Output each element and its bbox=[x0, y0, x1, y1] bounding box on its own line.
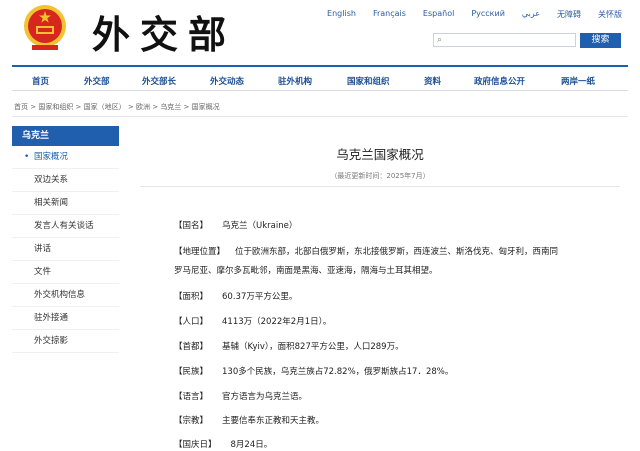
nav-missions[interactable]: 驻外机构 bbox=[278, 75, 312, 87]
info-row: 【地理位置】 位于欧洲东部，北部白俄罗斯，东北接俄罗斯，西连波兰、斯洛伐克、匈牙利… bbox=[174, 243, 614, 262]
lang-spanish-link[interactable]: Español bbox=[423, 9, 454, 20]
accessibility-link[interactable]: 无障碍 bbox=[557, 9, 581, 20]
sidebar-item-overview[interactable]: 国家概况 bbox=[12, 146, 119, 169]
info-row: 【民族】 130多个民族，乌克兰族占72.82%，俄罗斯族占17．28%。 bbox=[174, 363, 614, 382]
info-value: 位于欧洲东部，北部白俄罗斯，东北接俄罗斯，西连波兰、斯洛伐克、匈牙利，西南同 bbox=[235, 247, 559, 257]
lang-english-link[interactable]: English bbox=[327, 9, 356, 20]
info-value: 8月24日。 bbox=[230, 440, 273, 450]
nav-resources[interactable]: 资料 bbox=[424, 75, 441, 87]
sidebar-item-speeches[interactable]: 讲话 bbox=[12, 238, 119, 261]
breadcrumb-item[interactable]: 乌克兰 bbox=[160, 103, 181, 111]
sidebar: 乌克兰 国家概况 双边关系 相关新闻 发言人有关谈话 讲话 文件 外交机构信息 … bbox=[12, 126, 119, 353]
breadcrumb-item[interactable]: 国家概况 bbox=[192, 103, 220, 111]
info-value: 4113万（2022年2月1日）。 bbox=[222, 317, 332, 327]
main-nav: 首页 外交部 外交部长 外交动态 驻外机构 国家和组织 资料 政府信息公开 两岸… bbox=[12, 65, 628, 91]
search-button[interactable]: 搜索 bbox=[580, 33, 621, 48]
info-label: 【宗教】 bbox=[174, 416, 209, 426]
info-label: 【人口】 bbox=[174, 317, 209, 327]
site-logo-text[interactable]: 外交部 bbox=[92, 4, 236, 59]
info-label: 【民族】 bbox=[174, 367, 209, 377]
info-value: 基辅（Kyiv），面积827平方公里，人口289万。 bbox=[222, 342, 404, 352]
info-row-continuation: 罗马尼亚、摩尔多瓦毗邻，南面是黑海、亚速海，隔海与土耳其相望。 bbox=[126, 262, 596, 281]
sidebar-item-missions[interactable]: 外交机构信息 bbox=[12, 284, 119, 307]
info-value: 官方语言为乌克兰语。 bbox=[222, 392, 308, 402]
update-time: （最近更新时间：2025年7月） bbox=[330, 172, 430, 180]
sidebar-item-contacts[interactable]: 驻外接通 bbox=[12, 307, 119, 330]
sidebar-item-gallery[interactable]: 外交掠影 bbox=[12, 330, 119, 353]
breadcrumb-item[interactable]: 欧洲 bbox=[136, 103, 150, 111]
info-label: 【首都】 bbox=[174, 342, 209, 352]
info-row: 【首都】 基辅（Kyiv），面积827平方公里，人口289万。 bbox=[174, 338, 614, 357]
divider bbox=[12, 116, 628, 117]
search-icon: ⌕ bbox=[437, 35, 443, 45]
page-title: 乌克兰国家概况 bbox=[336, 147, 424, 162]
sidebar-item-documents[interactable]: 文件 bbox=[12, 261, 119, 284]
nav-home[interactable]: 首页 bbox=[32, 75, 49, 87]
care-mode-link[interactable]: 关怀版 bbox=[598, 9, 622, 20]
info-label: 【国庆日】 bbox=[174, 440, 217, 450]
nav-cross-strait[interactable]: 两岸一纸 bbox=[561, 75, 595, 87]
sidebar-header[interactable]: 乌克兰 bbox=[12, 126, 119, 146]
info-value: 60.37万平方公里。 bbox=[222, 292, 298, 302]
info-value: 罗马尼亚、摩尔多瓦毗邻，南面是黑海、亚速海，隔海与土耳其相望。 bbox=[174, 266, 438, 276]
lang-french-link[interactable]: Français bbox=[373, 9, 406, 20]
nav-minister[interactable]: 外交部长 bbox=[142, 75, 176, 87]
info-row: 【宗教】 主要信奉东正教和天主教。 bbox=[174, 412, 614, 431]
lang-russian-link[interactable]: Русский bbox=[471, 9, 505, 20]
info-row: 【国庆日】 8月24日。 bbox=[174, 436, 614, 451]
sidebar-item-spokesperson[interactable]: 发言人有关谈话 bbox=[12, 215, 119, 238]
site-header: 外交部 English Français Español Русский عرب… bbox=[0, 0, 640, 62]
search-input[interactable] bbox=[448, 34, 573, 46]
breadcrumb-item[interactable]: 首页 bbox=[14, 103, 28, 111]
language-links: English Français Español Русский عربي 无障… bbox=[310, 9, 622, 20]
breadcrumb-item[interactable]: 国家和组织 bbox=[38, 103, 73, 111]
info-label: 【国名】 bbox=[174, 221, 209, 231]
sidebar-item-news[interactable]: 相关新闻 bbox=[12, 192, 119, 215]
info-label: 【地理位置】 bbox=[174, 247, 226, 257]
divider bbox=[140, 186, 620, 187]
nav-activities[interactable]: 外交动态 bbox=[210, 75, 244, 87]
lang-arabic-link[interactable]: عربي bbox=[522, 9, 540, 20]
info-value: 乌克兰（Ukraine） bbox=[222, 221, 298, 231]
article: 乌克兰国家概况 （最近更新时间：2025年7月） 【国名】 乌克兰（Ukraine… bbox=[132, 126, 628, 451]
nav-countries[interactable]: 国家和组织 bbox=[347, 75, 390, 87]
breadcrumb: 首页 > 国家和组织 > 国家（地区） > 欧洲 > 乌克兰 > 国家概况 bbox=[14, 103, 220, 111]
info-value: 130多个民族，乌克兰族占72.82%，俄罗斯族占17．28%。 bbox=[222, 367, 454, 377]
info-label: 【语言】 bbox=[174, 392, 209, 402]
info-label: 【面积】 bbox=[174, 292, 209, 302]
nav-ministry[interactable]: 外交部 bbox=[84, 75, 110, 87]
info-value: 主要信奉东正教和天主教。 bbox=[222, 416, 325, 426]
search-box: ⌕ bbox=[433, 33, 576, 47]
info-row: 【人口】 4113万（2022年2月1日）。 bbox=[174, 313, 614, 332]
sidebar-item-bilateral[interactable]: 双边关系 bbox=[12, 169, 119, 192]
nav-gov-info[interactable]: 政府信息公开 bbox=[474, 75, 525, 87]
info-row: 【国名】 乌克兰（Ukraine） bbox=[174, 217, 614, 236]
info-row: 【面积】 60.37万平方公里。 bbox=[174, 288, 614, 307]
info-row: 【语言】 官方语言为乌克兰语。 bbox=[174, 388, 614, 407]
breadcrumb-item[interactable]: 国家（地区） bbox=[84, 103, 126, 111]
national-emblem-icon[interactable] bbox=[22, 2, 68, 52]
